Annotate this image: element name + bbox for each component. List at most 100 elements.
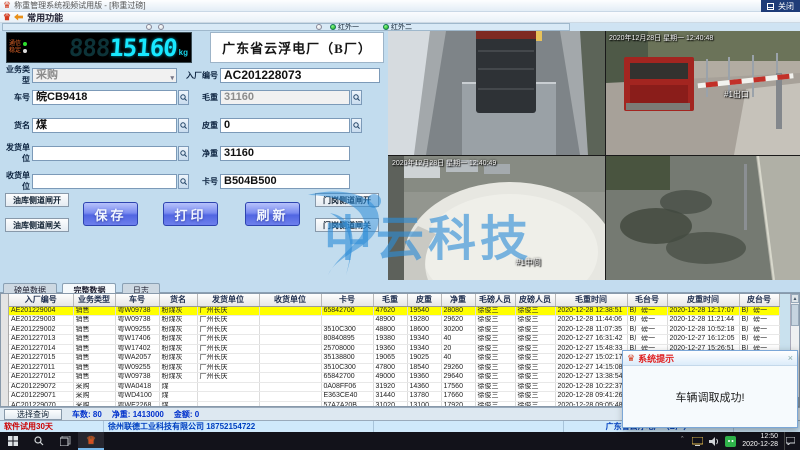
card-no-input[interactable]: B504B500 <box>220 174 350 189</box>
oil-gate-close-button[interactable]: 油库侧道闸关 <box>5 218 69 232</box>
scroll-thumb[interactable] <box>791 304 799 326</box>
close-button[interactable]: 关闭 <box>778 1 794 12</box>
speaker-icon[interactable] <box>709 437 719 446</box>
refresh-button[interactable]: 刷新 <box>245 202 300 226</box>
table-cell: 广州长庆 <box>197 325 259 335</box>
net-weight-input[interactable]: 31160 <box>220 146 350 161</box>
table-cell: 广州长庆 <box>197 306 259 316</box>
weight-value: 15160 <box>108 34 177 62</box>
column-header[interactable]: 车号 <box>115 294 159 306</box>
column-header[interactable]: 入厂编号 <box>9 294 73 306</box>
column-header[interactable]: 货名 <box>159 294 197 306</box>
column-header[interactable]: 毛台号 <box>627 294 667 306</box>
table-cell: AE201227014 <box>9 344 73 354</box>
start-button[interactable] <box>0 432 26 450</box>
indicator-strip: 红外一 红外二 <box>0 23 800 31</box>
menu-item-common-functions[interactable]: 常用功能 <box>27 11 63 24</box>
tare-weight-label: 皮重 <box>184 120 220 131</box>
guard-gate-close-button[interactable]: 门岗侧道闸关 <box>315 218 379 232</box>
camera-feed-road[interactable] <box>606 156 800 280</box>
table-cell: 19360 <box>407 373 441 383</box>
column-header[interactable]: 收货单位 <box>259 294 321 306</box>
select-query-button[interactable]: 选择查询 <box>4 409 62 420</box>
table-cell: 57A7A20B <box>321 401 373 406</box>
table-row[interactable]: AE201227013销售粤W17406粉煤灰广州长庆8084089519380… <box>9 335 779 345</box>
window-title: 称重管理系统视频试用版 - [称重过磅] <box>14 0 146 11</box>
column-header[interactable]: 皮重 <box>407 294 441 306</box>
table-cell: 2020-12-27 16:12:05 <box>667 335 739 345</box>
table-row[interactable]: AE201229003销售粤W09738粉煤灰广州长庆4890019280296… <box>9 316 779 326</box>
dialog-close-icon[interactable]: × <box>788 353 793 363</box>
camera-feed-exit-gate[interactable]: 2020年12月28日 星期一 12:40:48 #1出口 <box>606 31 800 155</box>
clock-time: 12:50 <box>760 433 778 440</box>
table-cell <box>259 373 321 383</box>
table-cell: B厂磅一 <box>739 335 779 345</box>
table-cell: 销售 <box>73 363 115 373</box>
column-header[interactable]: 皮重时间 <box>667 294 739 306</box>
table-cell: 2020-12-27 15:02:17 <box>555 354 627 364</box>
column-header[interactable]: 皮磅人员 <box>515 294 555 306</box>
camera3-label: #1中间 <box>516 257 541 268</box>
save-button[interactable]: 保存 <box>83 202 138 226</box>
camera2-label: #1出口 <box>724 89 749 100</box>
table-cell: 13100 <box>407 401 441 406</box>
receiver-unit-input[interactable] <box>32 174 177 189</box>
table-cell: AE201227013 <box>9 335 73 345</box>
restore-icon[interactable] <box>767 3 774 10</box>
business-type-select[interactable]: 采购▾ <box>32 68 177 83</box>
column-header[interactable]: 业务类型 <box>73 294 115 306</box>
column-header[interactable]: 发货单位 <box>197 294 259 306</box>
guard-gate-open-button[interactable]: 门岗侧道闸开 <box>315 193 379 207</box>
column-header[interactable]: 毛重时间 <box>555 294 627 306</box>
table-cell: E363CE40 <box>321 392 373 402</box>
dialog-title-bar[interactable]: ♛ 系统提示 × <box>623 351 797 366</box>
table-cell: 19280 <box>407 316 441 326</box>
stable-label: 稳定 <box>9 48 21 55</box>
column-header[interactable]: 净重 <box>441 294 475 306</box>
entry-no-input[interactable]: AC201228073 <box>220 68 380 83</box>
table-cell <box>259 306 321 316</box>
table-row[interactable]: AE201229002销售粤W09255粉煤灰广州长庆3510C30048800… <box>9 325 779 335</box>
oil-gate-open-button[interactable]: 油库侧道闸开 <box>5 193 69 207</box>
column-header[interactable]: 卡号 <box>321 294 373 306</box>
scroll-up-icon[interactable]: ▲ <box>791 294 799 303</box>
vehicle-count-label: 车数: <box>72 410 91 419</box>
back-arrow-icon[interactable] <box>14 14 23 21</box>
action-center-button[interactable] <box>784 432 796 450</box>
column-header[interactable]: 皮台号 <box>739 294 779 306</box>
network-icon[interactable] <box>692 437 703 446</box>
task-view-button[interactable] <box>52 432 78 450</box>
road-scene <box>606 156 800 280</box>
print-button[interactable]: 打印 <box>163 202 218 226</box>
messenger-icon[interactable] <box>725 436 736 447</box>
cargo-name-input[interactable]: 煤 <box>32 118 177 133</box>
tare-weight-button[interactable] <box>351 118 362 133</box>
truck-no-input[interactable]: 皖CB9418 <box>32 90 177 105</box>
tray-chevron-icon[interactable]: ＾ <box>678 436 686 447</box>
sender-unit-input[interactable] <box>32 146 177 161</box>
taskbar-app-weighing[interactable]: ♛ <box>78 432 104 450</box>
table-cell: 48800 <box>373 325 407 335</box>
dropdown-arrow-icon[interactable]: ▾ <box>170 72 174 83</box>
taskbar-search-button[interactable] <box>26 432 52 450</box>
table-cell: 徐俊三 <box>515 392 555 402</box>
tare-weight-input[interactable]: 0 <box>220 118 350 133</box>
camera-feed-middle-dome[interactable]: 2020年12月28日 星期一 12:40:49 #1中间 <box>388 156 605 280</box>
app-crown-icon: ♛ <box>627 353 635 364</box>
vehicle-count-value: 80 <box>93 410 102 419</box>
column-header[interactable]: 毛磅人员 <box>475 294 515 306</box>
taskbar-clock[interactable]: 12:50 2020-12-28 <box>742 433 778 449</box>
camera-feed-weighbridge[interactable] <box>388 31 605 155</box>
table-row[interactable]: AE201229004销售粤W09738粉煤灰广州长庆6584270047620… <box>9 306 779 316</box>
gross-weight-input[interactable]: 31160 <box>220 90 350 105</box>
cargo-name-label: 货名 <box>2 120 32 131</box>
notification-icon <box>786 437 795 445</box>
amount-label: 金额: <box>174 410 193 419</box>
gross-weight-button[interactable] <box>351 90 362 105</box>
camera3-timestamp: 2020年12月28日 星期一 12:40:49 <box>392 158 496 168</box>
table-cell: 粤W09738 <box>115 373 159 383</box>
column-header[interactable]: 毛重 <box>373 294 407 306</box>
window-controls[interactable]: 关闭 <box>761 0 800 12</box>
row-selector-column[interactable] <box>1 294 9 406</box>
plant-title: 广东省云浮电厂（B厂） <box>210 32 384 63</box>
